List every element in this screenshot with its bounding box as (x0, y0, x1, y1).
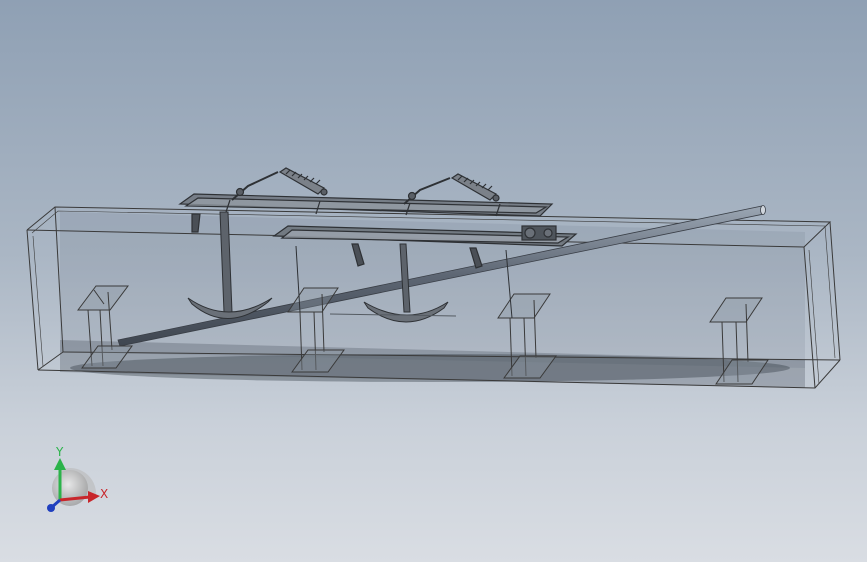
model-scene[interactable] (0, 0, 867, 562)
x-axis-label: X (100, 487, 109, 501)
z-axis-arrow[interactable] (47, 498, 61, 512)
spring-linkage-right[interactable] (403, 173, 500, 205)
cad-viewport[interactable]: X Y (0, 0, 867, 562)
y-axis-label: Y (56, 445, 64, 459)
coordinate-triad[interactable] (47, 458, 100, 512)
